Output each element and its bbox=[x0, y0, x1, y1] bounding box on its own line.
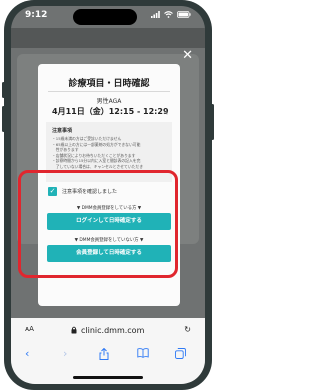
forward-icon[interactable]: › bbox=[63, 348, 67, 360]
bookmarks-icon[interactable] bbox=[137, 348, 149, 358]
lock-icon bbox=[71, 326, 77, 334]
status-icons bbox=[151, 11, 191, 18]
side-button bbox=[211, 104, 214, 140]
close-icon[interactable]: ✕ bbox=[182, 49, 193, 62]
browser-bottom-bar: ᴀA clinic.dmm.com ↻ ‹ › bbox=[11, 318, 205, 384]
url-text[interactable]: clinic.dmm.com bbox=[81, 326, 144, 335]
reader-settings-icon[interactable]: ᴀA bbox=[25, 325, 34, 333]
notes-title: 注意事項 bbox=[52, 128, 73, 134]
address-bar[interactable]: ᴀA clinic.dmm.com ↻ bbox=[11, 325, 205, 339]
status-time: 9:12 bbox=[25, 10, 48, 20]
appointment-datetime: 4月11日（金）12:15 - 12:29 bbox=[52, 107, 169, 116]
home-indicator bbox=[73, 376, 143, 379]
datetime-note: 時 bbox=[164, 110, 168, 115]
modal-divider bbox=[48, 91, 170, 92]
background-page-header bbox=[11, 28, 205, 48]
side-button bbox=[2, 106, 5, 132]
notes-list: ・15歳未満の方はご受診いただけません ・65歳以上の方には一部薬剤の処方ができ… bbox=[52, 136, 170, 170]
signal-icon bbox=[151, 11, 160, 18]
highlight-box bbox=[18, 170, 178, 278]
tabs-icon[interactable] bbox=[175, 348, 186, 359]
status-bar: 9:12 bbox=[11, 6, 205, 28]
course-name: 男性AGA bbox=[96, 98, 122, 105]
note-line: 了していない場合は、キャンセルとさせていただき bbox=[52, 163, 144, 169]
back-icon[interactable]: ‹ bbox=[25, 348, 29, 360]
battery-icon bbox=[177, 11, 191, 18]
browser-toolbar: ‹ › bbox=[11, 348, 205, 362]
dynamic-island bbox=[73, 9, 137, 25]
modal-title: 診療項目・日時確認 bbox=[68, 79, 150, 89]
share-icon[interactable] bbox=[99, 348, 109, 360]
reload-icon[interactable]: ↻ bbox=[184, 325, 191, 334]
wifi-icon bbox=[164, 11, 173, 18]
side-button bbox=[2, 82, 5, 98]
